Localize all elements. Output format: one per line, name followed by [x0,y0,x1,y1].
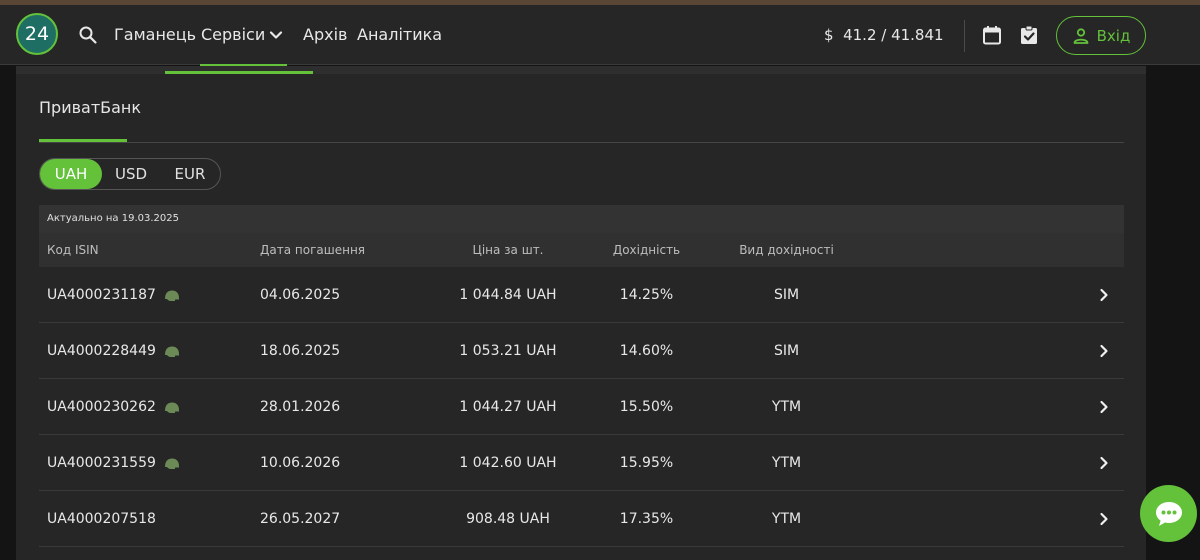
row-maturity: 18.06.2025 [260,343,341,359]
column-isin: Код ISIN [47,243,99,257]
row-yield-type: YTM [771,455,802,471]
row-yield: 14.25% [619,287,674,303]
currency-eur-button[interactable]: EUR [160,159,220,189]
row-isin: UA4000207518 [47,511,156,527]
login-button[interactable]: Вхід [1056,16,1146,55]
dollar-symbol: $ [824,26,834,44]
bonds-table: Актуально на 19.03.2025 Код ISIN Дата по… [39,205,1124,547]
chevron-right-icon[interactable] [1095,342,1113,360]
row-isin: UA4000230262 [47,399,156,415]
table-row[interactable]: UA4000228449 18.06.2025 1 053.21 UAH 14.… [39,323,1124,379]
table-row[interactable]: UA4000207518 26.05.2027 908.48 UAH 17.35… [39,491,1124,547]
header-divider [964,20,965,52]
column-price: Ціна за шт. [472,243,544,257]
calendar-icon[interactable] [981,24,1003,46]
row-price: 908.48 UAH [466,511,550,527]
login-label: Вхід [1096,26,1131,45]
row-price: 1 042.60 UAH [459,455,557,471]
bonds-card: ПриватБанк UAH USD EUR Актуально на 19.0… [16,66,1146,560]
table-row[interactable]: UA4000231559 10.06.2026 1 042.60 UAH 15.… [39,435,1124,491]
currency-switcher: UAH USD EUR [39,158,221,190]
row-maturity: 04.06.2025 [260,287,341,303]
chevron-right-icon[interactable] [1095,398,1113,416]
row-yield: 15.95% [619,455,674,471]
chevron-down-icon[interactable] [266,25,286,45]
user-icon [1073,27,1089,44]
rate-value: 41.2 / 41.841 [843,26,944,44]
currency-usd-button[interactable]: USD [102,159,160,189]
column-maturity: Дата погашення [260,243,366,257]
top-header: 24 Гаманець Сервіси Архів Аналітика $ 41… [0,5,1200,67]
row-maturity: 28.01.2026 [260,399,341,415]
row-yield-type: YTM [771,399,802,415]
row-isin: UA4000228449 [47,343,156,359]
nav-services[interactable]: Сервіси [201,25,265,45]
nav-wallet[interactable]: Гаманець [114,25,196,45]
tab-privatbank[interactable]: ПриватБанк [39,98,141,118]
chevron-right-icon[interactable] [1095,454,1113,472]
logo-text: 24 [24,23,50,45]
helmet-icon [164,346,179,357]
helmet-icon [164,402,179,413]
tabs-divider [39,142,1124,143]
nav-analytics[interactable]: Аналітика [357,25,442,45]
row-yield: 15.50% [619,399,674,415]
helmet-icon [164,290,179,301]
card-top-accent [165,66,313,74]
table-caption: Актуально на 19.03.2025 [39,205,1124,233]
row-maturity: 26.05.2027 [260,511,341,527]
nav-archive[interactable]: Архів [303,25,347,45]
row-yield: 14.60% [619,343,674,359]
currency-uah-button[interactable]: UAH [40,159,102,189]
column-yield-type: Вид дохідності [739,243,834,257]
search-icon[interactable] [78,25,98,45]
row-maturity: 10.06.2026 [260,455,341,471]
row-price: 1 044.27 UAH [459,399,557,415]
row-yield: 17.35% [619,511,674,527]
exchange-rate[interactable]: $ 41.2 / 41.841 [824,25,944,45]
table-row[interactable]: UA4000230262 28.01.2026 1 044.27 UAH 15.… [39,379,1124,435]
table-row[interactable]: UA4000231187 04.06.2025 1 044.84 UAH 14.… [39,267,1124,323]
logo[interactable]: 24 [16,13,58,55]
helmet-icon [164,458,179,469]
clipboard-check-icon[interactable] [1018,24,1040,46]
chat-button[interactable] [1140,485,1197,542]
table-header: Код ISIN Дата погашення Ціна за шт. Дохі… [39,233,1124,267]
row-yield-type: SIM [773,343,800,359]
row-price: 1 044.84 UAH [459,287,557,303]
row-isin: UA4000231559 [47,455,156,471]
chat-icon [1155,501,1182,526]
chevron-right-icon[interactable] [1095,510,1113,528]
row-yield-type: YTM [771,511,802,527]
row-yield-type: SIM [773,287,800,303]
row-isin: UA4000231187 [47,287,156,303]
column-yield: Дохідність [612,243,681,257]
chevron-right-icon[interactable] [1095,286,1113,304]
row-price: 1 053.21 UAH [459,343,557,359]
